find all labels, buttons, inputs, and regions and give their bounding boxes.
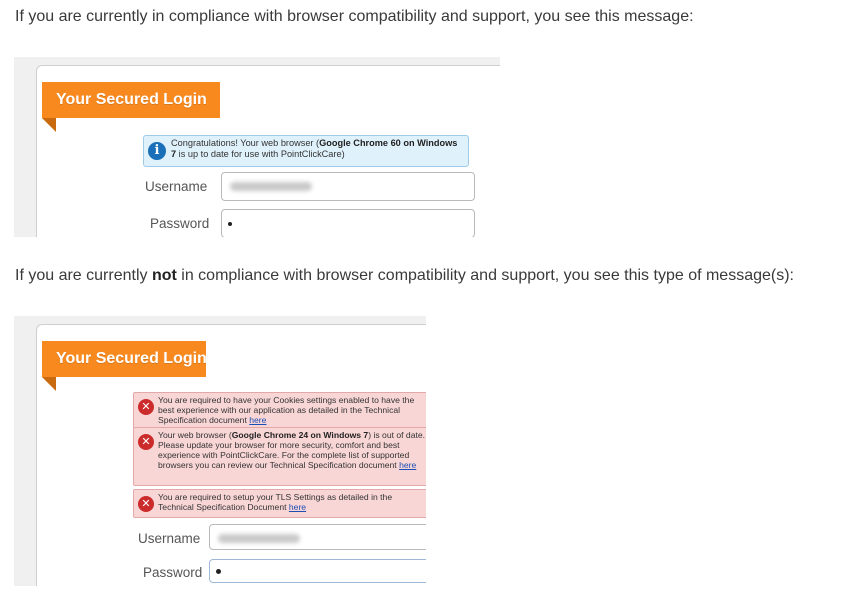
- username-input[interactable]: [221, 172, 475, 201]
- login-panel: Your Secured Login i Congratulations! Yo…: [36, 65, 500, 237]
- error-x-icon: ✕: [138, 496, 154, 512]
- browser-ok-message: i Congratulations! Your web browser (Goo…: [143, 135, 469, 167]
- browser-spec-link[interactable]: here: [399, 460, 416, 470]
- tls-spec-link[interactable]: here: [289, 502, 306, 512]
- login-panel: Your Secured Login ✕ You are required to…: [36, 324, 426, 586]
- noncompliant-text-before: If you are currently: [15, 267, 152, 284]
- browser-ok-text: Congratulations! Your web browser (Googl…: [171, 138, 464, 160]
- error-x-icon: ✕: [138, 434, 154, 450]
- intro-noncompliant-text: If you are currently not in compliance w…: [15, 267, 794, 285]
- username-input[interactable]: [209, 524, 426, 550]
- password-mask-dot: [228, 221, 232, 226]
- secured-login-banner: Your Secured Login: [42, 341, 207, 391]
- cookies-error-text: You are required to have your Cookies se…: [158, 395, 426, 425]
- password-input[interactable]: [221, 209, 475, 237]
- cookies-spec-link[interactable]: here: [249, 415, 266, 425]
- redacted-username: [218, 534, 300, 543]
- cookies-error-message: ✕ You are required to have your Cookies …: [133, 392, 426, 429]
- info-circle-icon: i: [148, 142, 166, 160]
- password-input[interactable]: [209, 559, 426, 583]
- browser-outdated-prefix: Your web browser (: [158, 430, 232, 440]
- noncompliant-text-after: in compliance with browser compatibility…: [176, 267, 794, 284]
- tls-error-message: ✕ You are required to setup your TLS Set…: [133, 489, 426, 518]
- browser-outdated-error-text: Your web browser (Google Chrome 24 on Wi…: [158, 430, 426, 470]
- tls-error-body: You are required to setup your TLS Setti…: [158, 492, 393, 512]
- redacted-username: [230, 182, 312, 191]
- browser-outdated-error-message: ✕ Your web browser (Google Chrome 24 on …: [133, 427, 426, 486]
- cookies-error-body: You are required to have your Cookies se…: [158, 395, 415, 425]
- tls-error-text: You are required to setup your TLS Setti…: [158, 492, 426, 512]
- password-mask-dot: [216, 568, 221, 574]
- browser-ok-suffix: is up to date for use with PointClickCar…: [176, 149, 345, 159]
- error-x-icon: ✕: [138, 399, 154, 415]
- intro-compliant-text: If you are currently in compliance with …: [15, 8, 694, 25]
- secured-login-banner: Your Secured Login: [42, 82, 220, 132]
- noncompliant-text-not: not: [151, 267, 177, 284]
- browser-outdated-version: Google Chrome 24 on Windows 7: [231, 430, 369, 440]
- username-label: Username: [138, 531, 201, 546]
- browser-ok-prefix: Congratulations! Your web browser (: [171, 138, 320, 148]
- username-label: Username: [145, 179, 208, 194]
- password-label: Password: [150, 216, 210, 231]
- compliant-login-screenshot: Your Secured Login i Congratulations! Yo…: [14, 57, 500, 237]
- password-label: Password: [143, 565, 203, 580]
- noncompliant-login-screenshot: Your Secured Login ✕ You are required to…: [14, 316, 426, 586]
